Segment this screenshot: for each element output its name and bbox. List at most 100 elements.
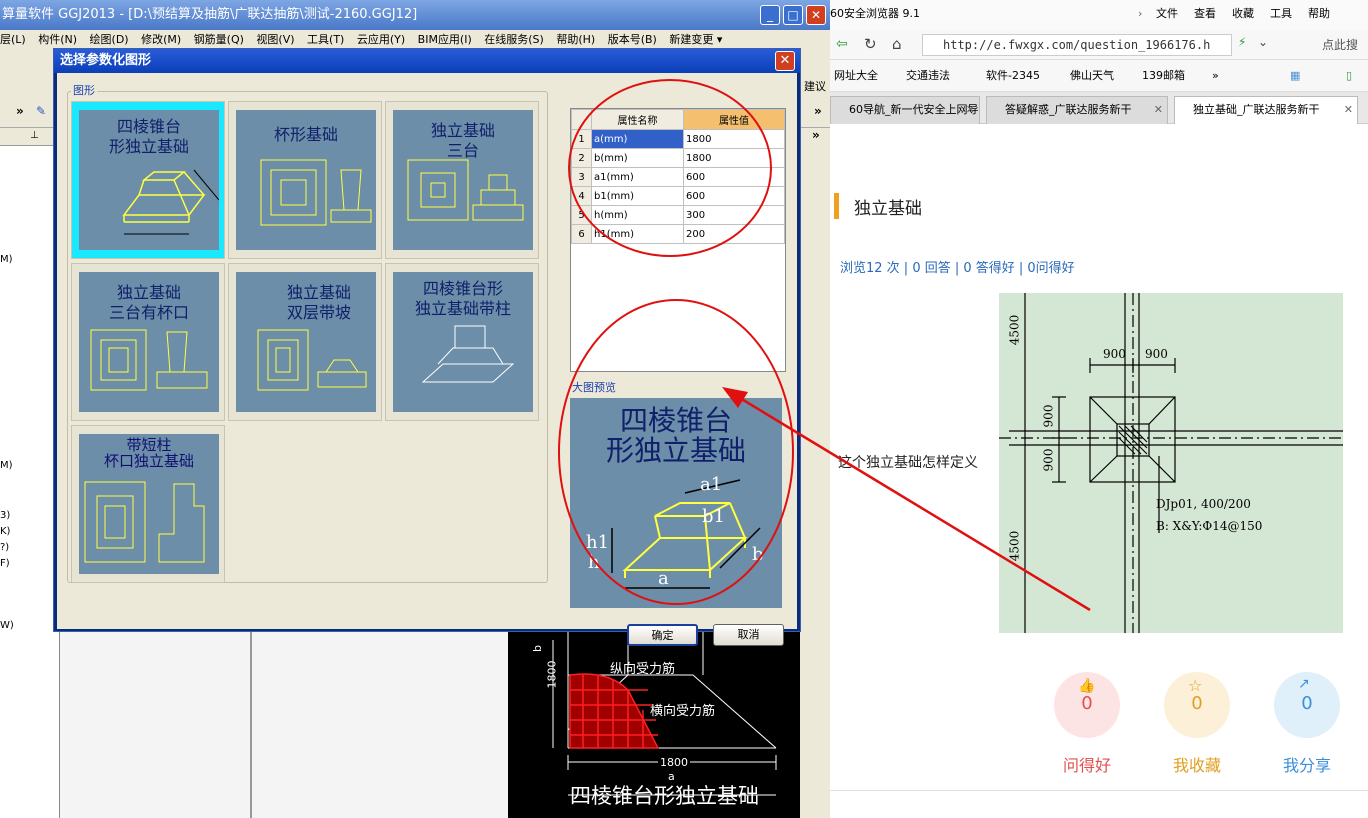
apps-icon[interactable]: ▦: [1290, 60, 1300, 92]
prop-value[interactable]: 300: [683, 205, 785, 225]
fav-item[interactable]: 网址大全: [834, 60, 878, 92]
prop-value[interactable]: 600: [683, 167, 785, 187]
menu-new-change[interactable]: 新建变更 ▾: [669, 33, 722, 46]
menu-version[interactable]: 版本号(B): [608, 33, 657, 46]
more-favs-icon[interactable]: »: [1212, 60, 1219, 92]
fav-item[interactable]: 佛山天气: [1070, 60, 1114, 92]
dim-label: 900: [1145, 347, 1168, 361]
row-index: 4: [571, 186, 592, 206]
reader-icon[interactable]: ▯: [1346, 60, 1352, 92]
left-mark: M): [0, 460, 13, 471]
shape-option-three-tier[interactable]: 独立基础 三台: [385, 101, 539, 259]
close-icon[interactable]: ✕: [1154, 97, 1163, 123]
fav-item[interactable]: 软件-2345: [986, 60, 1040, 92]
home-icon[interactable]: ⌂: [892, 35, 902, 53]
shape-option-double-slope[interactable]: 独立基础 双层带坡: [228, 263, 382, 421]
dim-label: 900: [1103, 347, 1126, 361]
menu-layer[interactable]: 层(L): [0, 33, 26, 46]
row-index: 3: [571, 167, 592, 187]
favorite-label[interactable]: 我收藏: [1147, 752, 1247, 776]
address-toolbar: ⇦ ↻ ⌂ http://e.fwxgx.com/question_196617…: [830, 30, 1368, 60]
browser-menu-file[interactable]: 文件: [1156, 0, 1178, 28]
menu-component[interactable]: 构件(N): [38, 33, 77, 46]
table-row[interactable]: 3 a1(mm) 600: [571, 167, 785, 187]
cad-label-trans: 横向受力筋: [650, 704, 716, 719]
expand-icon[interactable]: »: [812, 128, 820, 142]
browser-menu-fav[interactable]: 收藏: [1232, 0, 1254, 28]
dialog-title: 选择参数化图形: [54, 49, 800, 73]
table-row[interactable]: 6 h1(mm) 200: [571, 224, 785, 244]
large-preview: 四棱锥台 形独立基础 a b a1 b1 h1 h: [570, 398, 782, 608]
close-icon[interactable]: ✕: [1344, 97, 1353, 123]
left-mark: F): [0, 558, 10, 569]
shape-option-three-tier-cup[interactable]: 独立基础 三台有杯口: [71, 263, 225, 421]
browser-menu-tools[interactable]: 工具: [1270, 0, 1292, 28]
cancel-button[interactable]: 取消: [713, 624, 784, 646]
browser-menu-help[interactable]: 帮助: [1308, 0, 1330, 28]
shape-option-pyramid-column[interactable]: 四棱锥台形 独立基础带柱: [385, 263, 539, 421]
menu-bim[interactable]: BIM应用(I): [418, 33, 472, 46]
chevron-down-icon[interactable]: ⌄: [1258, 35, 1268, 49]
menu-bar: 层(L) 构件(N) 绘图(D) 修改(M) 钢筋量(Q) 视图(V) 工具(T…: [0, 30, 830, 50]
svg-text:a1: a1: [700, 474, 722, 495]
fav-item[interactable]: 交通违法: [906, 60, 950, 92]
menu-view[interactable]: 视图(V): [256, 33, 294, 46]
three-tier-icon: [407, 159, 524, 221]
refresh-icon[interactable]: ↻: [864, 35, 877, 53]
pin-icon[interactable]: ⊥: [30, 130, 39, 141]
security-icon[interactable]: ⚡: [1238, 35, 1246, 49]
share-button[interactable]: ↗ 0: [1274, 672, 1340, 738]
rebar-note: B: X&Y:Φ14@150: [1156, 519, 1263, 533]
tab-label: 60导航_新一代安全上网导: [849, 103, 979, 116]
back-icon[interactable]: ⇦: [836, 36, 848, 52]
double-slope-icon: [257, 329, 367, 391]
prop-value[interactable]: 200: [683, 224, 785, 244]
shape-option-cup[interactable]: 杯形基础: [228, 101, 382, 259]
menu-cloud[interactable]: 云应用(Y): [357, 33, 405, 46]
menu-help[interactable]: 帮助(H): [556, 33, 595, 46]
prop-name: b1(mm): [591, 186, 684, 206]
expand-icon[interactable]: »: [16, 104, 24, 118]
close-button[interactable]: ✕: [806, 5, 826, 25]
maximize-button[interactable]: □: [783, 5, 803, 25]
search-input[interactable]: 点此搜: [1322, 36, 1358, 53]
shape-option-pyramid[interactable]: 四棱锥台 形独立基础: [71, 101, 225, 259]
tab-1[interactable]: 60导航_新一代安全上网导 ✕: [830, 96, 980, 124]
expand-right-icon[interactable]: »: [814, 104, 822, 118]
tool-icon[interactable]: ✎: [36, 104, 46, 118]
menu-arrow-icon[interactable]: ›: [1138, 0, 1142, 28]
browser-menu-view[interactable]: 查看: [1194, 0, 1216, 28]
address-input[interactable]: http://e.fwxgx.com/question_1966176.h: [922, 34, 1232, 56]
svg-text:h: h: [588, 552, 600, 573]
table-row[interactable]: 1 a(mm) 1800: [571, 129, 785, 149]
like-label[interactable]: 问得好: [1037, 752, 1137, 776]
pane-header: ⊥: [0, 128, 60, 146]
tab-3[interactable]: 独立基础_广联达服务新干 ✕: [1174, 96, 1358, 124]
col-header-name: 属性名称: [591, 109, 684, 130]
favorite-button[interactable]: ☆ 0: [1164, 672, 1230, 738]
like-button[interactable]: 👍 0: [1054, 672, 1120, 738]
share-label[interactable]: 我分享: [1257, 752, 1357, 776]
prop-value[interactable]: 600: [683, 186, 785, 206]
toolbar-suggest[interactable]: 建议: [804, 78, 826, 94]
ok-button[interactable]: 确定: [627, 624, 698, 646]
table-row[interactable]: 2 b(mm) 1800: [571, 148, 785, 168]
prop-value[interactable]: 1800: [683, 148, 785, 168]
menu-rebar[interactable]: 钢筋量(Q): [194, 33, 244, 46]
menu-tools[interactable]: 工具(T): [307, 33, 344, 46]
dim-label: 4500: [1007, 314, 1022, 346]
foundation-plan-image[interactable]: 900 900 900 900 4500 4500 DJp01, 400/200…: [999, 293, 1343, 633]
minimize-button[interactable]: _: [760, 5, 780, 25]
left-mark: W): [0, 620, 14, 631]
menu-online[interactable]: 在线服务(S): [484, 33, 544, 46]
table-row[interactable]: 5 h(mm) 300: [571, 205, 785, 225]
fav-item[interactable]: 139邮箱: [1142, 60, 1185, 92]
dialog-close-button[interactable]: ✕: [775, 51, 795, 71]
menu-modify[interactable]: 修改(M): [141, 33, 181, 46]
close-icon[interactable]: ✕: [966, 97, 975, 123]
shape-option-short-column-cup[interactable]: 带短柱 杯口独立基础: [71, 425, 225, 583]
tab-2[interactable]: 答疑解惑_广联达服务新干 ✕: [986, 96, 1168, 124]
table-row[interactable]: 4 b1(mm) 600: [571, 186, 785, 206]
menu-draw[interactable]: 绘图(D): [90, 33, 129, 46]
prop-value[interactable]: 1800: [683, 129, 785, 149]
